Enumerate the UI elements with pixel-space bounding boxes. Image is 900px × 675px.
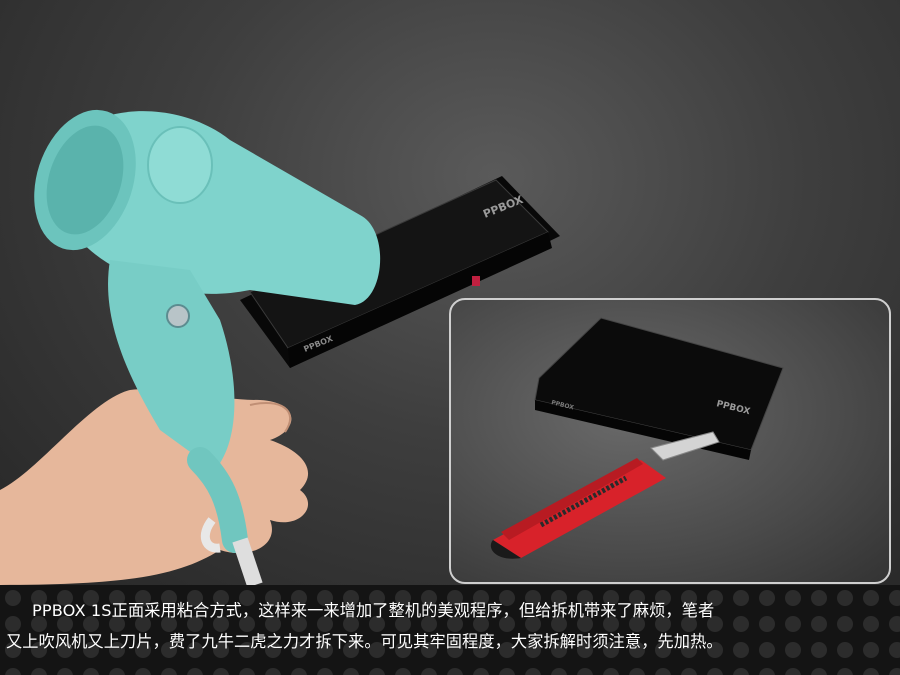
caption-line-1: PPBOX 1S正面采用粘合方式，这样来一来增加了整机的美观程序，但给拆机带来了… xyxy=(32,601,715,620)
utility-knife xyxy=(490,431,720,559)
main-photo: PPBOX PPBOX PPBOX PPBOX xyxy=(0,0,900,585)
inset-photo: PPBOX PPBOX xyxy=(449,298,891,584)
caption-line-2: 又上吹风机又上刀片，费了九牛二虎之力才拆下来。可见其牢固程度，大家拆解时须注意，… xyxy=(6,632,723,651)
inset-scene: PPBOX PPBOX xyxy=(490,317,784,559)
dryer-switch xyxy=(166,304,190,328)
ppbox-device-inset: PPBOX PPBOX xyxy=(534,317,784,460)
device-led xyxy=(472,276,480,286)
caption-text: PPBOX 1S正面采用粘合方式，这样来一来增加了整机的美观程序，但给拆机带来了… xyxy=(6,595,896,657)
caption-bar: PPBOX 1S正面采用粘合方式，这样来一来增加了整机的美观程序，但给拆机带来了… xyxy=(0,585,900,675)
